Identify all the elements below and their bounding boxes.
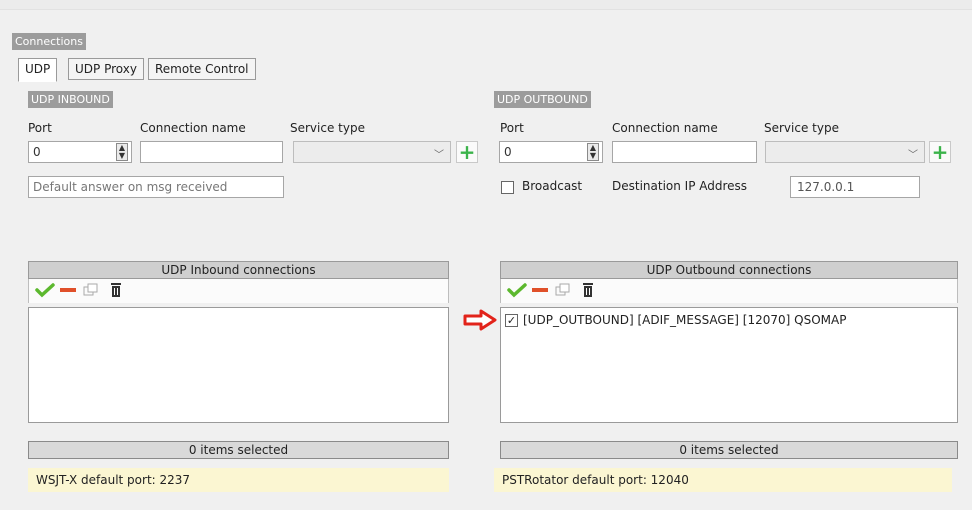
inbound-default-answer-input[interactable]: Default answer on msg received [28, 176, 284, 198]
udp-outbound-group-title: UDP OUTBOUND [494, 91, 591, 108]
inbound-service-type-label: Service type [290, 121, 365, 135]
list-item-checkbox[interactable]: ✓ [505, 314, 518, 327]
spinner-icon: ▲ ▼ [116, 143, 128, 161]
outbound-status: 0 items selected [500, 441, 958, 459]
spinner-icon: ▲ ▼ [587, 143, 599, 161]
outbound-port-label: Port [500, 121, 524, 135]
remove-icon[interactable] [531, 282, 549, 298]
outbound-connections-list[interactable]: ✓ [UDP_OUTBOUND] [ADIF_MESSAGE] [12070] … [500, 307, 958, 423]
chevron-down-icon: ﹀ [434, 150, 444, 161]
outbound-list-header: UDP Outbound connections [500, 261, 958, 279]
destination-ip-label: Destination IP Address [612, 179, 748, 193]
outbound-port-spinner[interactable]: ▲ ▼ [587, 143, 599, 161]
trash-icon[interactable] [581, 282, 595, 298]
destination-ip-input[interactable]: 127.0.0.1 [790, 176, 920, 198]
outbound-connection-name-input[interactable] [612, 141, 757, 163]
annotation-arrow-icon [463, 309, 497, 331]
spin-down-icon: ▼ [589, 151, 597, 160]
tab-udp[interactable]: UDP [18, 58, 58, 82]
inbound-connections-list[interactable] [28, 307, 449, 423]
enable-check-icon[interactable] [35, 282, 55, 298]
inbound-port-value: 0 [33, 145, 41, 159]
inbound-connection-name-input[interactable] [140, 141, 283, 163]
trash-icon[interactable] [109, 282, 123, 298]
list-item-label: [UDP_OUTBOUND] [ADIF_MESSAGE] [12070] QS… [523, 313, 847, 327]
inbound-list-header: UDP Inbound connections [28, 261, 449, 279]
inbound-service-type-select[interactable]: ﹀ [293, 141, 451, 163]
outbound-add-button[interactable]: + [929, 141, 951, 163]
copy-icon[interactable] [555, 282, 571, 298]
window-top-edge [0, 0, 972, 10]
remove-icon[interactable] [59, 282, 77, 298]
outbound-service-type-select[interactable]: ﹀ [765, 141, 925, 163]
broadcast-label: Broadcast [522, 179, 583, 193]
outbound-port-value: 0 [504, 145, 512, 159]
inbound-list-toolbar [28, 279, 449, 303]
broadcast-checkbox[interactable] [501, 181, 514, 194]
outbound-default-port-note: PSTRotator default port: 12040 [494, 468, 952, 492]
inbound-port-label: Port [28, 121, 52, 135]
udp-inbound-group-title: UDP INBOUND [28, 91, 113, 108]
outbound-list-toolbar [500, 279, 958, 303]
chevron-down-icon: ﹀ [908, 150, 918, 161]
tab-udp-proxy[interactable]: UDP Proxy [68, 58, 144, 80]
inbound-connection-name-label: Connection name [140, 121, 246, 135]
inbound-port-spinner[interactable]: ▲ ▼ [116, 143, 128, 161]
inbound-default-port-note: WSJT-X default port: 2237 [28, 468, 449, 492]
inbound-add-button[interactable]: + [456, 141, 478, 163]
copy-icon[interactable] [83, 282, 99, 298]
plus-icon: + [931, 140, 949, 164]
connections-group-title: Connections [12, 33, 86, 50]
outbound-connection-name-label: Connection name [612, 121, 718, 135]
tab-remote-control[interactable]: Remote Control [148, 58, 256, 80]
outbound-service-type-label: Service type [764, 121, 839, 135]
enable-check-icon[interactable] [507, 282, 527, 298]
spin-down-icon: ▼ [118, 151, 126, 160]
plus-icon: + [458, 140, 476, 164]
check-icon: ✓ [506, 314, 517, 327]
inbound-status: 0 items selected [28, 441, 449, 459]
